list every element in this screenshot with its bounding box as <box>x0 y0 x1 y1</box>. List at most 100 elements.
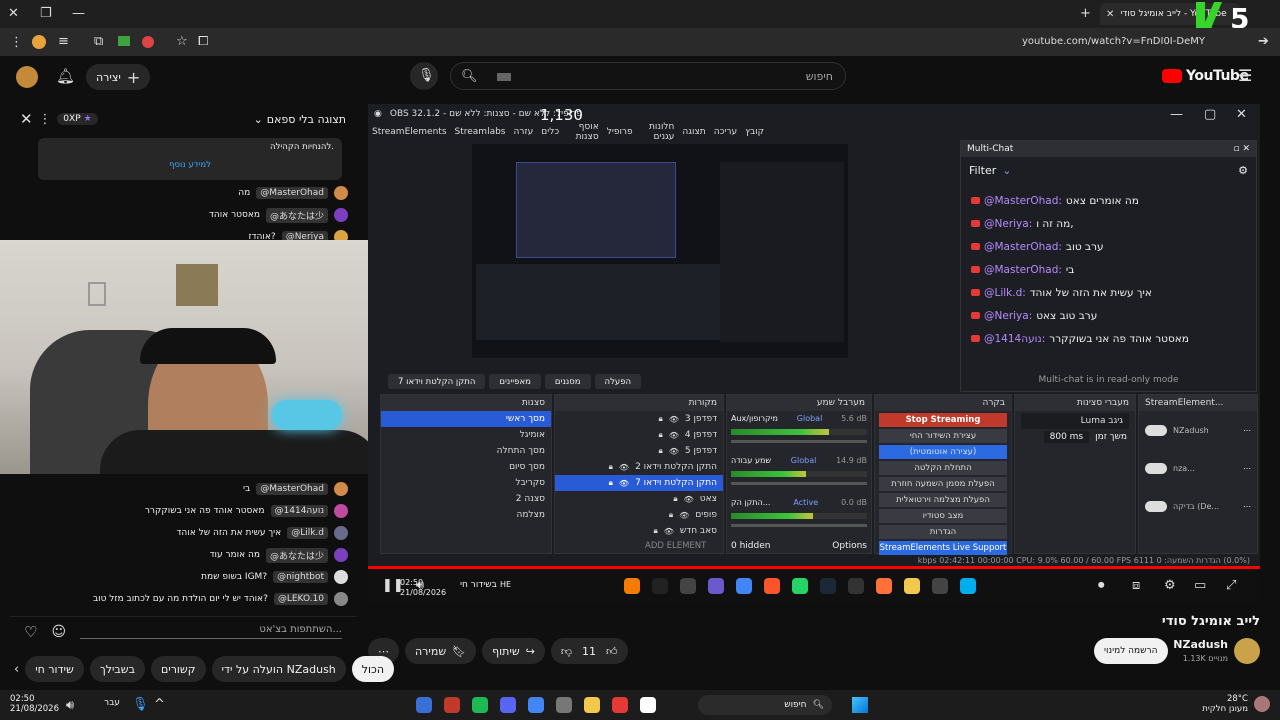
account-avatar[interactable] <box>16 66 38 88</box>
app-icon[interactable] <box>652 578 668 594</box>
control-button[interactable]: עצירת השידור החי <box>879 429 1007 443</box>
miniplayer-icon[interactable]: ⏺ <box>1098 578 1105 593</box>
scene-item[interactable]: מסך ראשי <box>381 411 551 427</box>
notifications-icon[interactable]: 🔔︎ <box>56 67 75 85</box>
obs-menu-item[interactable]: עזרה <box>514 127 534 137</box>
lock-icon[interactable]: 🔒︎ <box>609 462 613 472</box>
volume-slider[interactable] <box>731 440 867 443</box>
scene-item[interactable]: אומיגל <box>381 427 551 443</box>
dislike-icon[interactable]: 👎︎ <box>561 645 572 658</box>
filter-dropdown[interactable]: Filter ⌄ <box>969 164 1011 177</box>
tray-chevron-icon[interactable]: ^ <box>154 697 165 712</box>
share-button[interactable]: שיתוף ↪ <box>482 638 545 664</box>
eye-icon[interactable]: 👁︎ <box>679 511 689 520</box>
app-icon[interactable] <box>624 578 640 594</box>
create-button[interactable]: יצירה + <box>86 64 151 90</box>
app-icon[interactable] <box>584 697 600 713</box>
filter-chip[interactable]: שידור חי <box>25 656 84 682</box>
app-icon[interactable] <box>764 578 780 594</box>
obs-menu-item[interactable]: Streamlabs <box>455 127 506 137</box>
volume-slider[interactable] <box>731 482 867 485</box>
source-item[interactable]: 🔒︎ 👁︎ דפדפן 4 <box>555 427 723 443</box>
scene-item[interactable]: מצלמה <box>381 507 551 523</box>
channel-name[interactable]: NZadush <box>1173 638 1228 651</box>
eye-icon[interactable]: 👁︎ <box>619 463 629 472</box>
search-box[interactable]: 🔍︎ חיפוש <box>450 62 846 90</box>
chat-input[interactable]: השתתפות בצ'אט... <box>80 624 342 639</box>
app-icon[interactable] <box>556 697 572 713</box>
new-tab-icon[interactable]: + <box>1080 6 1091 21</box>
toggle-switch[interactable] <box>1145 424 1167 436</box>
chat-username[interactable]: @Lilk.d <box>287 527 328 539</box>
youtube-logo[interactable]: YouTube <box>1162 68 1249 84</box>
obs-close-icon[interactable]: ✕ <box>1236 107 1247 122</box>
extensions-icon[interactable]: ⧉ <box>94 34 103 49</box>
control-button[interactable]: Stop Streaming <box>879 413 1007 427</box>
app-icon[interactable] <box>820 578 836 594</box>
app-icon[interactable] <box>932 578 948 594</box>
chat-avatar[interactable] <box>334 592 348 606</box>
chat-mode-dropdown[interactable]: ⌄ תצוגה בלי ספאם <box>254 113 346 126</box>
source-item[interactable]: 🔒︎ 👁︎ סאב חדש <box>555 523 723 539</box>
app-icon[interactable] <box>708 578 724 594</box>
xp-badge[interactable]: 0XP ★ <box>57 113 98 125</box>
control-button[interactable]: הגדרות <box>879 525 1007 539</box>
close-chat-icon[interactable]: ✕ <box>20 110 33 128</box>
chat-avatar[interactable] <box>334 504 348 518</box>
profile-icon[interactable] <box>32 35 46 49</box>
search-input[interactable]: חיפוש <box>806 70 833 83</box>
star-icon[interactable]: ☆ <box>176 34 188 49</box>
theater-icon[interactable]: ▭ <box>1194 578 1206 593</box>
app-icon[interactable] <box>640 697 656 713</box>
eye-icon[interactable]: 👁︎ <box>619 479 629 488</box>
transition-select[interactable]: Luma גיגב <box>1021 413 1129 429</box>
se-support-button[interactable]: StreamElements Live Support <box>879 541 1007 555</box>
reading-list-icon[interactable]: ≡ <box>58 34 69 49</box>
app-icon[interactable] <box>416 697 432 713</box>
chat-avatar[interactable] <box>334 482 348 496</box>
clock[interactable]: 02:50 21/08/2026 <box>10 694 59 714</box>
lock-icon[interactable]: 🔒︎ <box>653 526 657 536</box>
app-icon[interactable] <box>528 697 544 713</box>
channel-avatar[interactable] <box>1234 638 1260 664</box>
chat-username[interactable]: @MasterOhad <box>256 483 328 495</box>
cast-icon[interactable]: ⧠ <box>198 34 208 49</box>
control-button[interactable]: הפעלת מצלמה וירטואלית <box>879 493 1007 507</box>
menu-icon[interactable]: ☰ <box>1238 66 1252 85</box>
heart-icon[interactable]: ♡ <box>24 623 37 641</box>
mixer-options-button[interactable]: Options <box>832 541 867 551</box>
app-icon[interactable] <box>444 697 460 713</box>
chat-username[interactable]: @あなたは少 <box>265 207 328 223</box>
preview-tab[interactable]: מאפיינים <box>489 374 541 389</box>
lock-icon[interactable]: 🔒︎ <box>658 430 662 440</box>
close-tab-icon[interactable]: ✕ <box>1106 9 1114 20</box>
weather-widget[interactable]: 28°C מעונן חלקית <box>1196 694 1248 714</box>
chat-avatar[interactable] <box>334 526 348 540</box>
app-icon[interactable] <box>612 697 628 713</box>
search-icon[interactable]: 🔍︎ <box>461 69 478 84</box>
app-icon[interactable] <box>960 578 976 594</box>
obs-menu-item[interactable]: פרופיל <box>607 127 633 137</box>
filter-chip[interactable]: קשורים <box>150 656 206 682</box>
more-options-icon[interactable]: ⋯ <box>1243 464 1251 473</box>
app-icon[interactable] <box>680 578 696 594</box>
control-button[interactable]: מצב סטודיו <box>879 509 1007 523</box>
control-button[interactable]: הפעלת מסמן השמעה חוזרת <box>879 477 1007 491</box>
obs-maximize-icon[interactable]: ▢ <box>1204 107 1216 122</box>
app-icon[interactable] <box>792 578 808 594</box>
eye-icon[interactable]: 👁︎ <box>669 415 679 424</box>
scene-item[interactable]: מסך סיום <box>381 459 551 475</box>
settings-icon[interactable]: ⚙ <box>1164 578 1176 593</box>
app-icon[interactable] <box>848 578 864 594</box>
source-item[interactable]: 🔒︎ 👁︎ התקן הקלטת וידאו 7 <box>555 475 723 491</box>
lock-icon[interactable]: 🔒︎ <box>673 494 677 504</box>
menu-dots-icon[interactable]: ⋮ <box>10 35 23 50</box>
obs-menu-item[interactable]: אוסף סצנות <box>567 122 599 142</box>
chat-username[interactable]: @あなたは少 <box>265 547 328 563</box>
language-indicator[interactable]: עבר <box>104 698 120 708</box>
source-item[interactable]: 🔒︎ 👁︎ פופים <box>555 507 723 523</box>
chat-avatar[interactable] <box>334 548 348 562</box>
settings-gear-icon[interactable]: ⚙ <box>1238 164 1248 177</box>
add-element-button[interactable]: ADD ELEMENT <box>645 541 706 551</box>
volume-tray-icon[interactable]: 🔊︎ <box>66 698 74 713</box>
